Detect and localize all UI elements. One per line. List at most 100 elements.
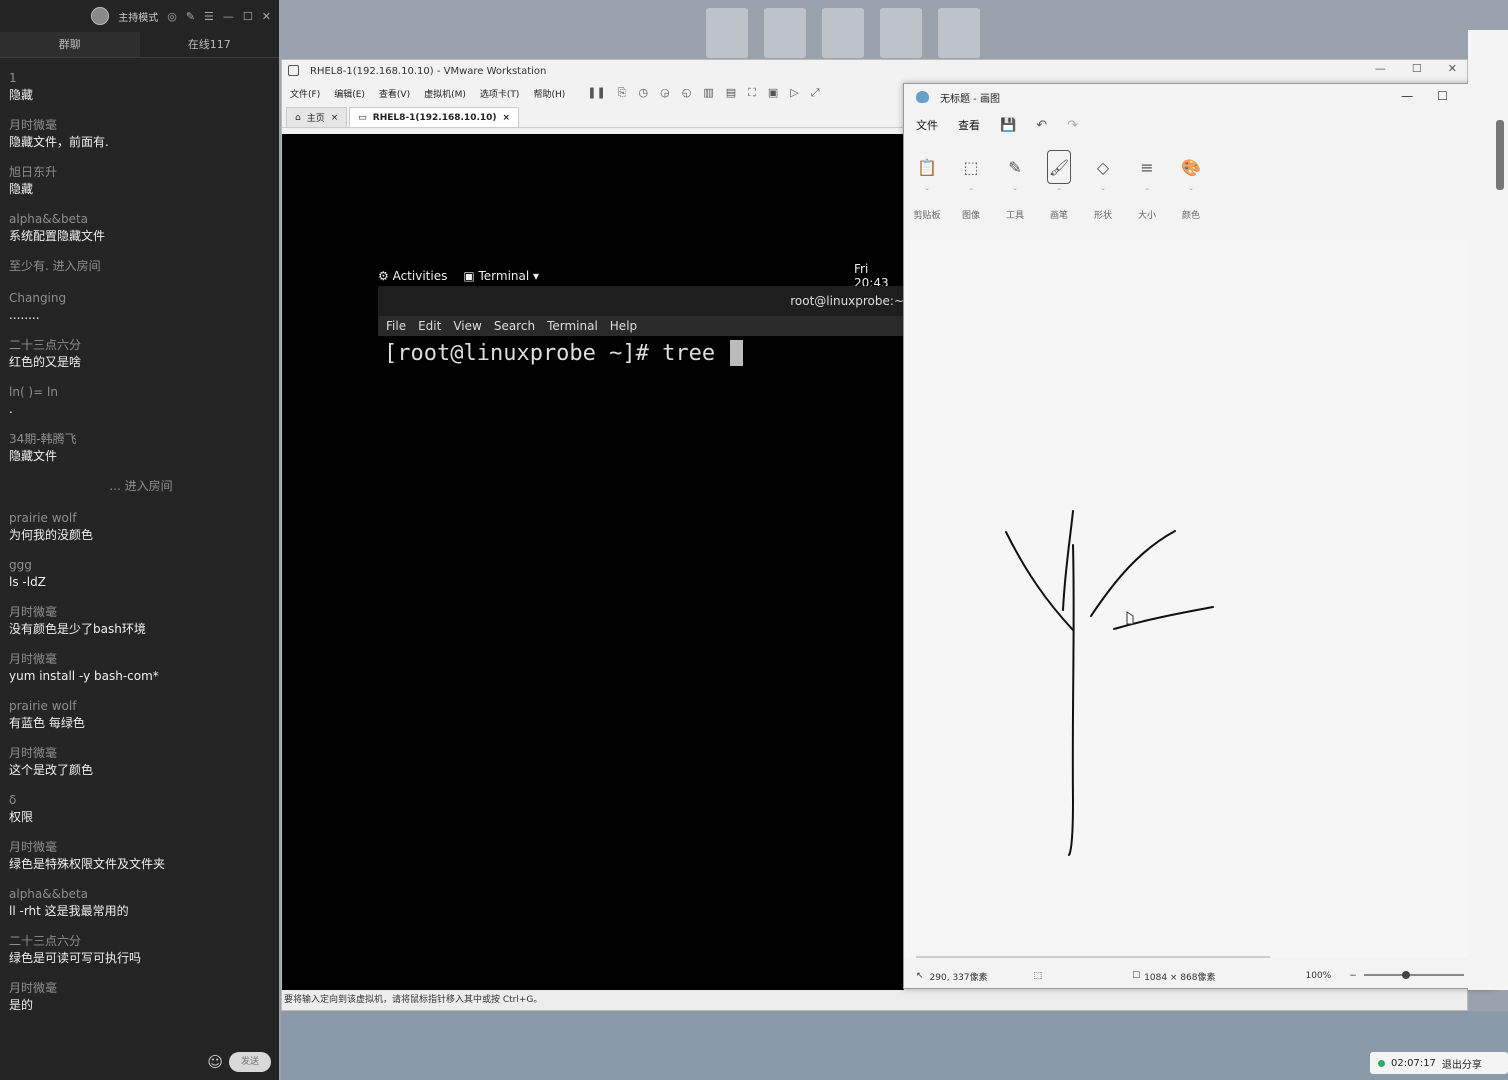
desktop-icon[interactable]	[764, 8, 806, 58]
close-icon[interactable]: ✕	[262, 10, 271, 23]
exit-share-button[interactable]: 退出分享	[1442, 1056, 1482, 1071]
message-text: 是的	[9, 998, 34, 1012]
sender-name[interactable]: 月时微毫	[9, 604, 273, 620]
sender-name[interactable]: 二十三点六分	[9, 337, 273, 353]
terminal-menu-help[interactable]: Help	[610, 319, 637, 333]
minimize-icon[interactable]: —	[1375, 62, 1386, 75]
sender-name[interactable]: alpha&&beta	[9, 211, 273, 227]
edit-icon[interactable]: ✎	[186, 10, 195, 23]
menu-vm[interactable]: 虚拟机(M)	[424, 87, 466, 100]
snapshot-manager-icon[interactable]: ◵	[682, 86, 692, 100]
minimize-icon[interactable]: —	[1401, 89, 1413, 103]
sender-name[interactable]: prairie wolf	[9, 698, 273, 714]
minimize-icon[interactable]: —	[223, 10, 234, 23]
unity-icon[interactable]: ▣	[768, 86, 778, 100]
vm-screen[interactable]: ⚙ Activities ▣ Terminal ▾ Fri 20:43 root…	[282, 134, 904, 992]
menu-view[interactable]: 查看(V)	[379, 87, 410, 100]
sender-name[interactable]: 二十三点六分	[9, 933, 273, 949]
ribbon-tool-5[interactable]: ≡ ⌄ 大小	[1134, 150, 1160, 222]
maximize-icon[interactable]: ☐	[243, 10, 253, 23]
close-icon[interactable]: ✕	[1448, 62, 1457, 75]
sender-name[interactable]: 34期-韩腾飞	[9, 431, 273, 447]
menu-tabs[interactable]: 选项卡(T)	[480, 87, 520, 100]
desktop-icon[interactable]	[938, 8, 980, 58]
sender-name[interactable]: 月时微毫	[9, 117, 273, 133]
undo-icon[interactable]: ↶	[1036, 118, 1047, 133]
pause-icon[interactable]: ❚❚	[587, 86, 605, 100]
sidebar-icon[interactable]: ▥	[703, 86, 713, 100]
zoom-level[interactable]: 100%	[1306, 971, 1332, 981]
stretch-icon[interactable]: ⤢	[811, 86, 820, 100]
menu-icon[interactable]: ☰	[204, 10, 214, 23]
paint-menu-view[interactable]: 查看	[958, 117, 980, 133]
sender-name[interactable]: alpha&&beta	[9, 886, 273, 902]
terminal-prompt[interactable]: [root@linuxprobe ~]# tree	[378, 336, 904, 370]
vmware-toolbar: ❚❚ ⎘ ◷ ◶ ◵ ▥ ▤ ⛶ ▣ ▷ ⤢	[587, 86, 819, 100]
sender-name[interactable]: 1	[9, 70, 273, 86]
tab-home[interactable]: ⌂ 主页 ×	[286, 107, 348, 127]
menu-edit[interactable]: 编辑(E)	[334, 87, 365, 100]
ribbon-tool-6[interactable]: 🎨 ⌄ 颜色	[1178, 150, 1204, 222]
paint-canvas[interactable]	[905, 240, 1487, 1026]
scrollbar-thumb[interactable]	[1496, 120, 1504, 190]
sender-name[interactable]: prairie wolf	[9, 510, 273, 526]
sender-name[interactable]: 旭日东升	[9, 164, 273, 180]
avatar[interactable]	[91, 7, 110, 25]
emoji-icon[interactable]: ☺	[207, 1053, 223, 1071]
terminal-menu-view[interactable]: View	[453, 319, 481, 333]
tab-close-icon[interactable]: ×	[503, 113, 511, 123]
zoom-out-icon[interactable]: −	[1349, 971, 1357, 981]
save-icon[interactable]: 💾	[1000, 118, 1016, 133]
sender-name[interactable]: ln( )= ln	[9, 384, 273, 400]
terminal-menu-search[interactable]: Search	[494, 319, 535, 333]
redo-icon[interactable]: ↷	[1067, 118, 1078, 133]
maximize-icon[interactable]: ☐	[1437, 89, 1448, 103]
console-icon[interactable]: ▷	[790, 86, 798, 100]
sender-name[interactable]: 月时微毫	[9, 745, 273, 761]
tab-group-chat[interactable]: 群聊	[0, 32, 140, 57]
message-text: 绿色是特殊权限文件及文件夹	[9, 857, 166, 871]
terminal-menu-edit[interactable]: Edit	[418, 319, 441, 333]
tab-online[interactable]: 在线117	[140, 32, 280, 57]
sender-name[interactable]: Changing	[9, 290, 273, 306]
ribbon-tool-0[interactable]: 📋 ⌄ 剪贴板	[913, 150, 941, 222]
zoom-slider[interactable]	[1364, 971, 1464, 979]
host-mode-label: 主持模式	[118, 12, 159, 24]
menu-file[interactable]: 文件(F)	[290, 87, 320, 100]
selection-icon: ⬚	[1033, 971, 1043, 981]
zoom-thumb[interactable]	[1402, 971, 1410, 979]
chevron-down-icon: ⌄	[924, 184, 930, 192]
desktop-icon[interactable]	[706, 8, 748, 58]
ribbon-tool-1[interactable]: ⬚ ⌄ 图像	[958, 150, 984, 222]
sender-name[interactable]: 月时微毫	[9, 980, 273, 996]
activities-button[interactable]: ⚙ Activities	[378, 269, 447, 283]
fullscreen-icon[interactable]: ⛶	[748, 86, 756, 100]
revert-icon[interactable]: ◶	[660, 86, 670, 100]
send-button[interactable]: 发送	[229, 1052, 271, 1072]
sender-name[interactable]: δ	[9, 792, 273, 808]
sender-name[interactable]: ggg	[9, 557, 273, 573]
sender-name[interactable]: 月时微毫	[9, 839, 273, 855]
send-keys-icon[interactable]: ⎘	[618, 86, 627, 100]
ribbon-tool-label: 剪贴板	[913, 211, 941, 221]
sender-name[interactable]: 月时微毫	[9, 651, 273, 667]
app-menu[interactable]: ▣ Terminal ▾	[463, 269, 539, 283]
thumbnail-icon[interactable]: ▤	[726, 86, 736, 100]
maximize-icon[interactable]: ☐	[1412, 62, 1422, 75]
terminal-menu-terminal[interactable]: Terminal	[547, 319, 598, 333]
snapshot-icon[interactable]: ◷	[638, 86, 648, 100]
tab-close-icon[interactable]: ×	[331, 113, 339, 123]
terminal-menu-file[interactable]: File	[386, 319, 406, 333]
ribbon-tool-2[interactable]: ✎ ⌄ 工具	[1002, 150, 1028, 222]
menu-help[interactable]: 帮助(H)	[533, 87, 565, 100]
terminal-window[interactable]: root@linuxprobe:~ File Edit View Search …	[378, 286, 904, 992]
desktop-icon[interactable]	[822, 8, 864, 58]
paint-menu-file[interactable]: 文件	[916, 117, 938, 133]
ribbon-tool-3[interactable]: 🖌 ⌄ 画笔	[1046, 150, 1072, 221]
settings-icon[interactable]: ◎	[167, 10, 177, 23]
tab-vm[interactable]: ▭ RHEL8-1(192.168.10.10) ×	[349, 107, 520, 127]
canvas-hscroll[interactable]	[916, 956, 1270, 958]
ribbon-tool-4[interactable]: ◇ ⌄ 形状	[1090, 150, 1116, 222]
message-text: 隐藏文件，前面有.	[9, 135, 109, 149]
desktop-icon[interactable]	[880, 8, 922, 58]
